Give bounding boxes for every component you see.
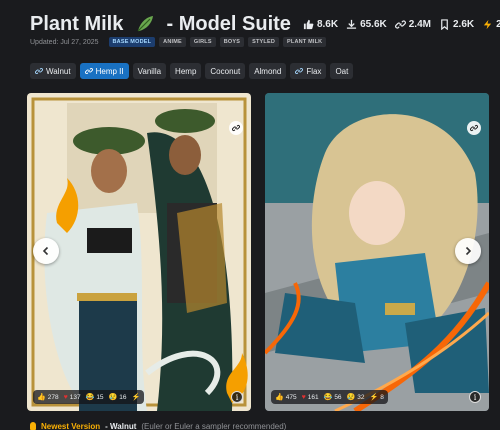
- tab-vanilla[interactable]: Vanilla: [132, 63, 167, 79]
- tab-coconut[interactable]: Coconut: [205, 63, 246, 79]
- info-icon[interactable]: i: [469, 391, 481, 403]
- sampler-note: (Euler or Euler a sampler recommended): [141, 421, 287, 430]
- stat-buzz: 2M: [482, 19, 500, 30]
- reaction-bar: 👍 475 ♥ 161 😂 56 😢 32 ⚡ 8: [271, 390, 388, 404]
- leaf-icon: [137, 16, 153, 32]
- reaction-laugh[interactable]: 😂 56: [324, 394, 342, 401]
- lightning-icon: ⚡: [369, 393, 379, 401]
- thumbs-up-icon: [303, 19, 314, 29]
- stat-bookmarks: 2.6K: [439, 19, 474, 30]
- link-icon: [470, 124, 478, 132]
- image-gallery: 👍 278 ♥ 137 😂 15 😢 16 ⚡ i 👍 475 ♥ 161 😂 …: [20, 90, 500, 415]
- tab-almond[interactable]: Almond: [249, 63, 287, 79]
- badge-girls[interactable]: GIRLS: [189, 37, 216, 47]
- cry-icon: 😢: [108, 393, 118, 401]
- page-title: Plant Milk - Model Suite: [30, 12, 291, 35]
- reaction-heart[interactable]: ♥ 161: [302, 394, 319, 401]
- link-icon: [84, 67, 93, 75]
- thumbs-up-icon: 👍: [275, 393, 284, 401]
- updated-date: Updated: Jul 27, 2025: [30, 38, 99, 46]
- tab-flax[interactable]: Flax: [290, 63, 327, 79]
- stat-likes: 8.6K: [303, 19, 338, 30]
- lightbulb-icon: [30, 422, 36, 430]
- reaction-laugh[interactable]: 😂 15: [86, 394, 104, 401]
- tab-walnut[interactable]: Walnut: [30, 63, 76, 79]
- reaction-like[interactable]: 👍 278: [37, 394, 59, 401]
- tab-hemp[interactable]: Hemp: [170, 63, 202, 79]
- laugh-icon: 😂: [85, 393, 95, 401]
- reaction-buzz[interactable]: ⚡: [132, 394, 141, 401]
- reaction-buzz[interactable]: ⚡ 8: [370, 394, 384, 401]
- link-icon: [394, 19, 406, 29]
- reaction-cry[interactable]: 😢 32: [347, 394, 365, 401]
- gallery-card[interactable]: 👍 278 ♥ 137 😂 15 😢 16 ⚡ i: [27, 93, 251, 411]
- tab-oat[interactable]: Oat: [330, 63, 354, 79]
- reaction-bar: 👍 278 ♥ 137 😂 15 😢 16 ⚡: [33, 390, 145, 404]
- card-link-button[interactable]: [467, 121, 481, 135]
- newest-version-note: Newest Version - Walnut (Euler or Euler …: [30, 420, 286, 430]
- reaction-like[interactable]: 👍 475: [275, 394, 297, 401]
- reaction-cry[interactable]: 😢 16: [109, 394, 127, 401]
- model-meta: Updated: Jul 27, 2025 BASE MODEL ANIME G…: [30, 36, 327, 48]
- card-link-button[interactable]: [229, 121, 243, 135]
- reaction-heart[interactable]: ♥ 137: [64, 394, 81, 401]
- carousel-next-button[interactable]: [455, 238, 481, 264]
- link-icon: [35, 67, 43, 75]
- model-stats: 8.6K 65.6K 2.4M 2.6K 2M: [303, 19, 500, 30]
- bookmark-icon: [441, 18, 448, 30]
- heart-icon: ♥: [63, 393, 68, 401]
- newest-version-value[interactable]: - Walnut: [105, 422, 136, 430]
- download-icon: [346, 19, 357, 29]
- badge-anime[interactable]: ANIME: [159, 37, 186, 47]
- stat-links: 2.4M: [394, 19, 431, 30]
- newest-version-label: Newest Version: [41, 421, 101, 430]
- lightning-icon: [483, 19, 492, 29]
- carousel-prev-button[interactable]: [33, 238, 59, 264]
- info-icon[interactable]: i: [231, 391, 243, 403]
- badge-boys[interactable]: BOYS: [219, 37, 245, 47]
- tab-hemp-ii[interactable]: Hemp II: [79, 63, 129, 79]
- link-icon: [232, 124, 240, 132]
- badge-styled[interactable]: STYLED: [248, 37, 280, 47]
- lightning-icon: ⚡: [131, 393, 141, 401]
- chevron-right-icon: [465, 246, 472, 256]
- badge-base-model[interactable]: BASE MODEL: [108, 37, 156, 47]
- model-header: Plant Milk - Model Suite 8.6K 65.6K 2.4M…: [30, 10, 500, 38]
- version-tabs: Walnut Hemp II Vanilla Hemp Coconut Almo…: [30, 63, 354, 79]
- thumbs-up-icon: 👍: [37, 393, 46, 401]
- cry-icon: 😢: [346, 393, 356, 401]
- stat-downloads: 65.6K: [346, 19, 387, 30]
- badge-plant-milk[interactable]: PLANT MILK: [283, 37, 327, 47]
- link-icon: [295, 67, 304, 75]
- artwork-image: [27, 93, 251, 411]
- heart-icon: ♥: [301, 393, 306, 401]
- laugh-icon: 😂: [323, 393, 333, 401]
- chevron-left-icon: [42, 246, 49, 256]
